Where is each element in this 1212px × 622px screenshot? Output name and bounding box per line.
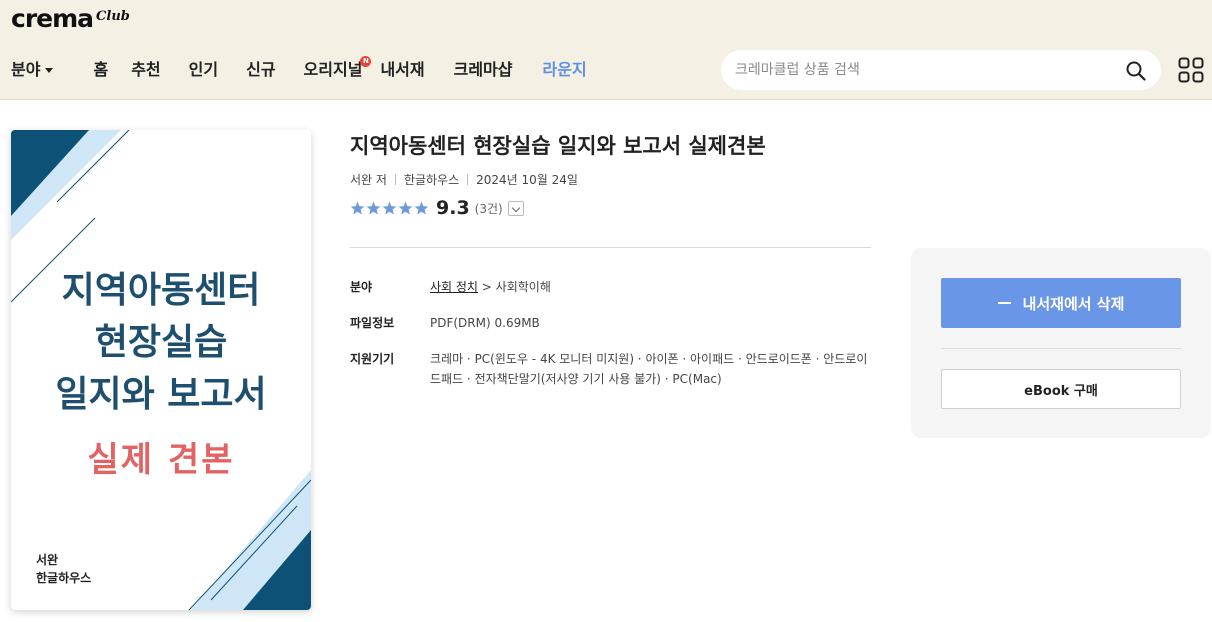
book-date: 2024년 10월 24일 bbox=[476, 173, 578, 187]
new-badge: N bbox=[360, 56, 372, 67]
category-link[interactable]: 사회 정치 bbox=[430, 280, 478, 294]
nav-original-label: 오리지널 bbox=[303, 60, 363, 79]
nav-popular[interactable]: 인기 bbox=[189, 58, 218, 82]
rating: 9.3 (3건) bbox=[350, 197, 524, 219]
star-icon bbox=[350, 201, 365, 214]
rating-stars bbox=[350, 201, 429, 216]
rating-count: (3건) bbox=[474, 201, 503, 216]
cover-title-line: 일지와 보고서 bbox=[55, 374, 267, 415]
device-info-value: 크레마 · PC(윈도우 - 4K 모니터 미지원) · 아이폰 · 아이패드 … bbox=[430, 352, 868, 386]
panel-divider bbox=[941, 348, 1181, 349]
cover-title-line: 지역아동센터 bbox=[61, 270, 261, 311]
buy-ebook-button[interactable]: eBook 구매 bbox=[941, 369, 1181, 409]
book-cover[interactable]: 지역아동센터 현장실습 일지와 보고서 실제 견본 서완 한글하우스 bbox=[11, 130, 311, 610]
remove-button-label: 내서재에서 삭제 bbox=[1022, 294, 1125, 313]
star-icon bbox=[366, 201, 381, 214]
nav-lounge[interactable]: 라운지 bbox=[543, 58, 587, 82]
book-meta: 서완 저 한글하우스 2024년 10월 24일 bbox=[350, 171, 578, 188]
book-title: 지역아동센터 현장실습 일지와 보고서 실제견본 bbox=[350, 134, 766, 158]
file-info-value: PDF(DRM) 0.69MB bbox=[430, 316, 540, 330]
meta-divider bbox=[467, 174, 469, 185]
info-label: 분야 bbox=[350, 280, 373, 294]
rating-dropdown-icon[interactable] bbox=[507, 200, 524, 216]
rating-score: 9.3 bbox=[436, 197, 470, 219]
cover-title: 지역아동센터 현장실습 일지와 보고서 bbox=[11, 265, 311, 421]
top-header: crema Club 분야 홈 추천 인기 신규 오리지널 N 내서재 크레마샵… bbox=[0, 0, 1212, 100]
logo-sub: Club bbox=[96, 9, 130, 24]
section-divider bbox=[350, 247, 871, 248]
nav-home[interactable]: 홈 bbox=[93, 58, 108, 82]
logo-main: crema bbox=[11, 4, 94, 33]
remove-from-library-button[interactable]: 내서재에서 삭제 bbox=[941, 278, 1181, 328]
book-publisher[interactable]: 한글하우스 bbox=[404, 171, 459, 188]
star-icon bbox=[382, 201, 397, 214]
search-icon[interactable] bbox=[1125, 60, 1147, 82]
cover-title-line: 현장실습 bbox=[94, 322, 228, 363]
nav-new[interactable]: 신규 bbox=[246, 58, 275, 82]
info-category-value: 사회 정치 > 사회학이해 bbox=[430, 277, 875, 297]
nav-category-dropdown[interactable]: 분야 bbox=[11, 58, 54, 82]
info-label: 파일정보 bbox=[350, 316, 395, 330]
star-icon bbox=[414, 201, 429, 214]
caret-down-icon bbox=[45, 67, 54, 73]
book-author[interactable]: 서완 저 bbox=[350, 171, 387, 188]
search-input[interactable] bbox=[735, 50, 1115, 90]
category-sub: > 사회학이해 bbox=[477, 280, 551, 294]
meta-divider bbox=[394, 174, 396, 185]
crema-club-logo[interactable]: crema Club bbox=[11, 5, 130, 33]
nav-original[interactable]: 오리지널 N bbox=[303, 56, 372, 82]
cover-credits: 서완 한글하우스 bbox=[36, 551, 91, 587]
cover-author: 서완 bbox=[36, 553, 59, 567]
nav-category-label: 분야 bbox=[11, 60, 41, 79]
nav-recommend[interactable]: 추천 bbox=[131, 58, 160, 82]
nav-my-library[interactable]: 내서재 bbox=[380, 58, 424, 82]
grid-menu-icon[interactable] bbox=[1178, 57, 1204, 83]
info-file-row: 파일정보 PDF(DRM) 0.69MB bbox=[350, 313, 875, 333]
cover-publisher: 한글하우스 bbox=[36, 571, 92, 585]
info-device-row: 지원기기 크레마 · PC(윈도우 - 4K 모니터 미지원) · 아이폰 · … bbox=[350, 349, 875, 389]
minus-icon bbox=[997, 302, 1011, 304]
cover-subtitle: 실제 견본 bbox=[87, 440, 235, 480]
info-category-row: 분야 사회 정치 > 사회학이해 bbox=[350, 277, 875, 297]
search-box bbox=[721, 50, 1161, 90]
main-nav: 분야 홈 추천 인기 신규 오리지널 N 내서재 크레마샵 라운지 bbox=[11, 56, 587, 82]
star-icon bbox=[398, 201, 413, 214]
action-panel: 내서재에서 삭제 eBook 구매 bbox=[911, 248, 1211, 438]
nav-crema-shop[interactable]: 크레마샵 bbox=[454, 58, 513, 82]
info-label: 지원기기 bbox=[350, 352, 395, 366]
